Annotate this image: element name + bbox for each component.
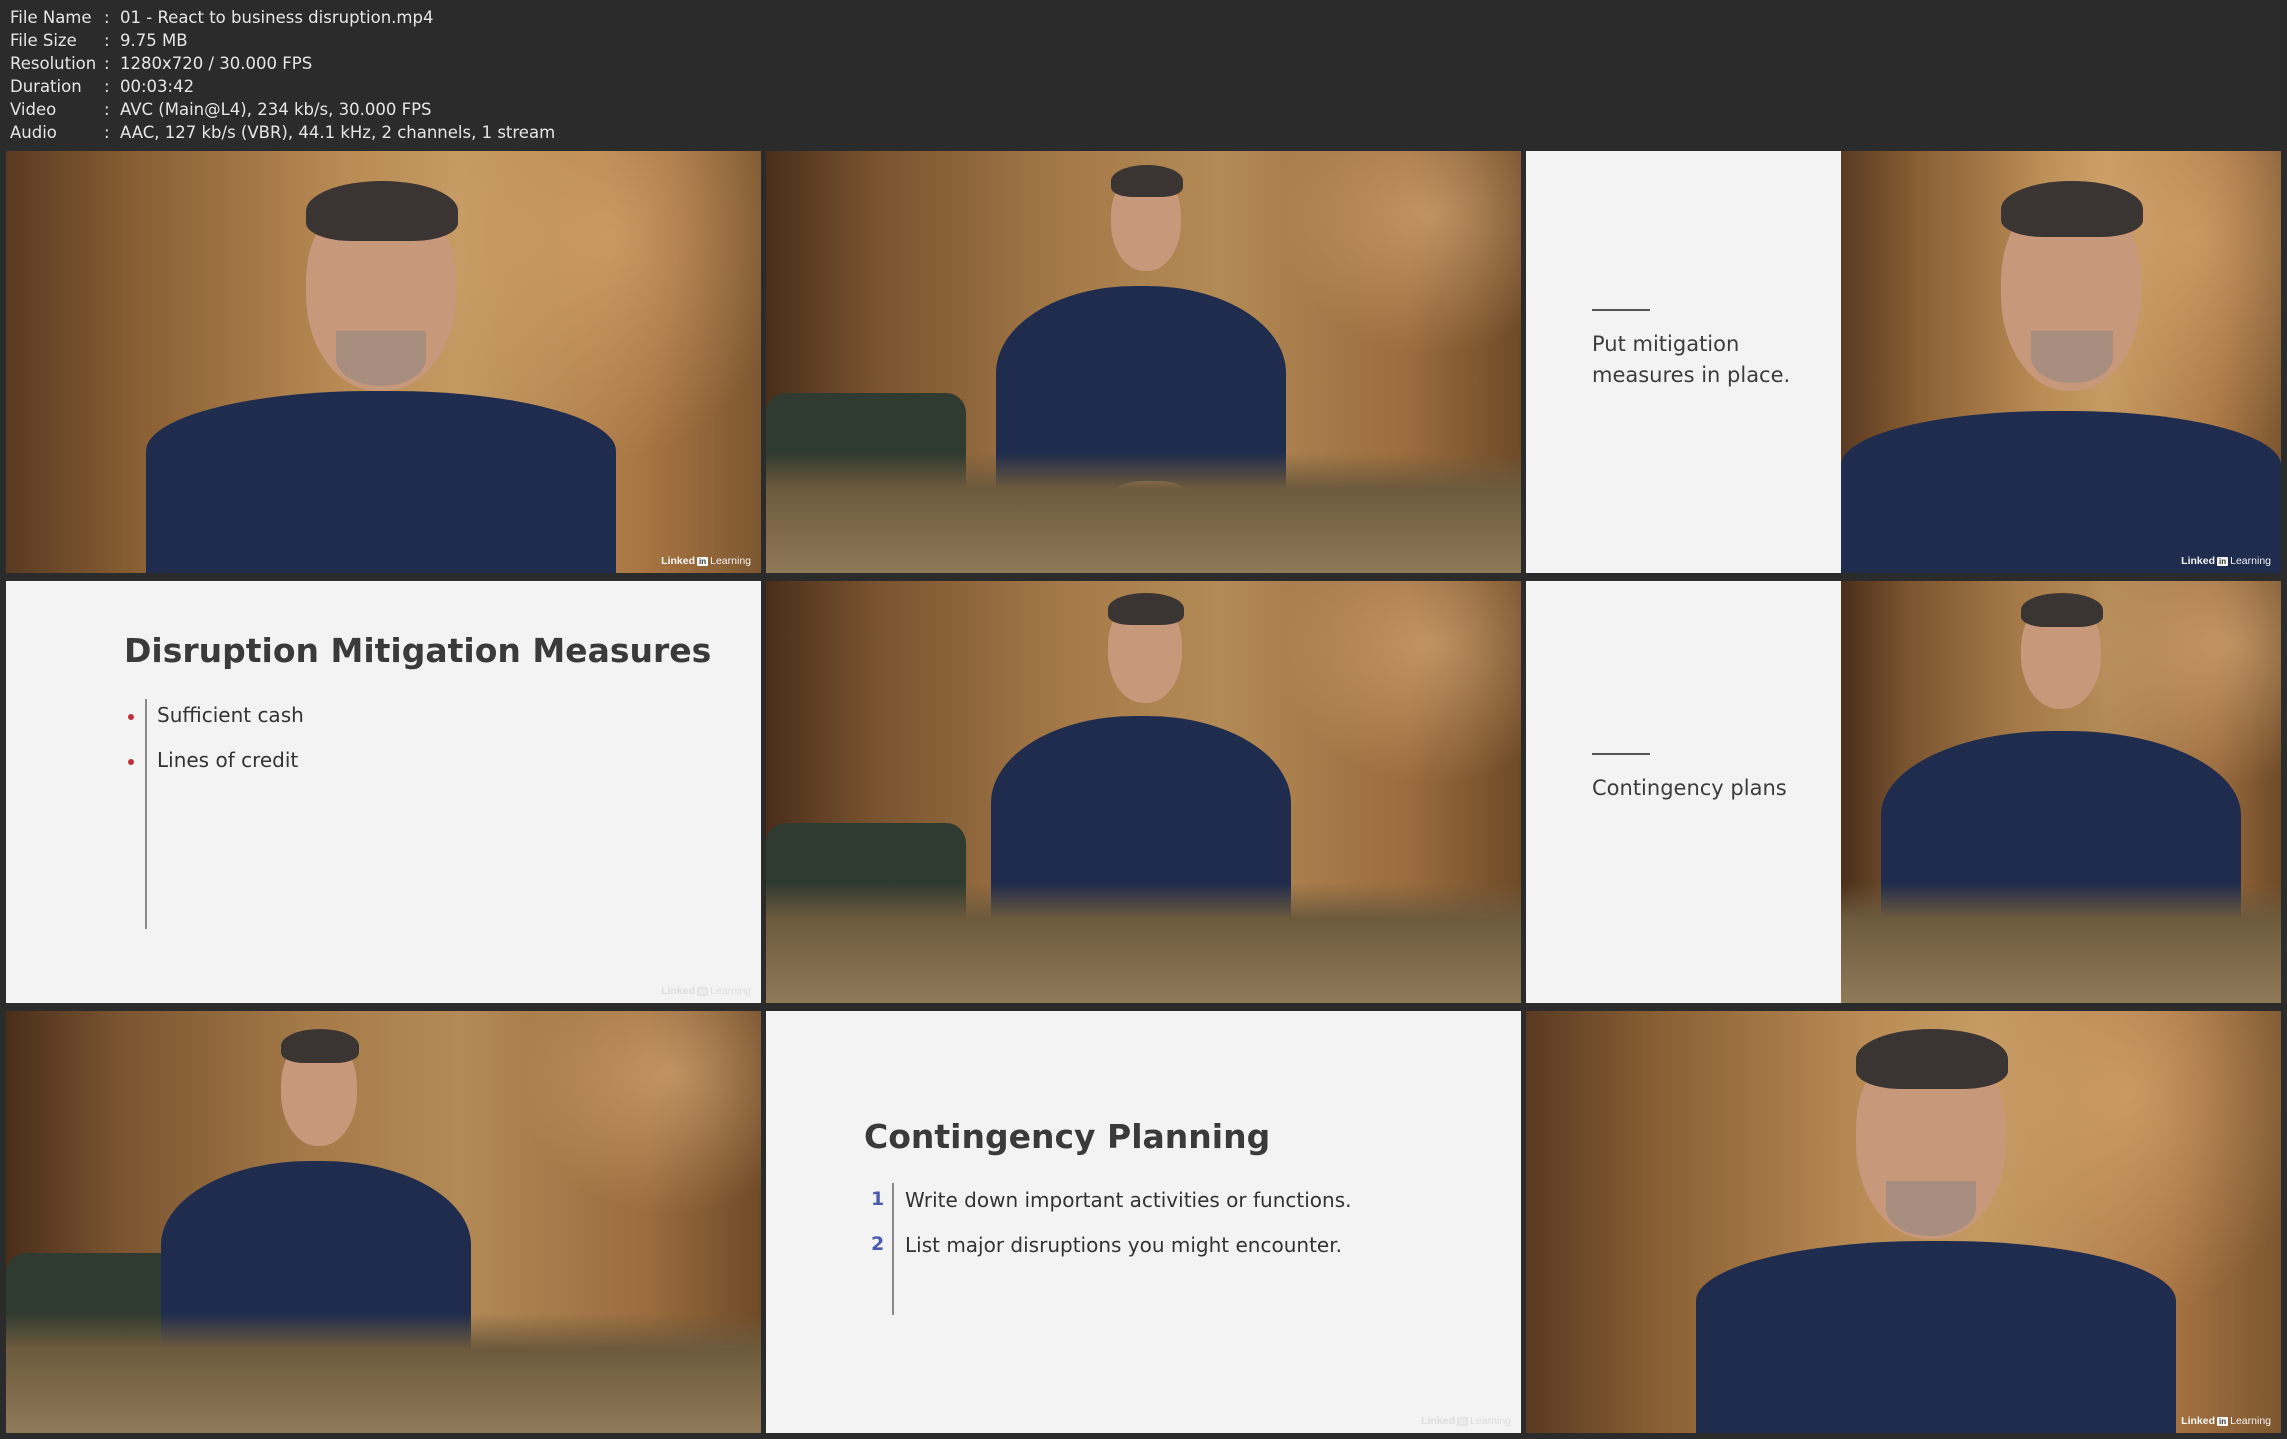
linkedin-learning-logo: Linked in Learning bbox=[2181, 1415, 2271, 1427]
file-info-panel: File Name:01 - React to business disrupt… bbox=[10, 6, 555, 144]
info-value: 00:03:42 bbox=[120, 77, 195, 96]
slide-text-panel: Contingency plans bbox=[1526, 581, 1841, 1003]
slide-vertical-rule bbox=[892, 1183, 894, 1315]
info-colon: : bbox=[104, 100, 110, 119]
info-row: Video: AVC (Main@L4), 234 kb/s, 30.000 FP… bbox=[10, 98, 555, 121]
linkedin-learning-logo: Linked in Learning bbox=[661, 985, 751, 997]
thumbnail-slide-planning[interactable]: Contingency Planning 1 Write down import… bbox=[766, 1011, 1521, 1433]
info-row: Audio: AAC, 127 kb/s (VBR), 44.1 kHz, 2 c… bbox=[10, 121, 555, 144]
info-row: Resolution:1280x720 / 30.000 FPS bbox=[10, 52, 555, 75]
info-colon: : bbox=[104, 31, 110, 50]
info-key: File Size bbox=[10, 31, 77, 50]
thumbnail-presenter-explaining[interactable]: Linked in Learning bbox=[6, 1011, 761, 1433]
slide-vertical-rule-full bbox=[145, 699, 147, 929]
presenter-shirt bbox=[146, 391, 616, 573]
info-row: File Name:01 - React to business disrupt… bbox=[10, 6, 555, 29]
info-value: 01 - React to business disruption.mp4 bbox=[120, 8, 434, 27]
slide-title: Contingency Planning bbox=[864, 1117, 1271, 1156]
info-key: File Name bbox=[10, 8, 92, 27]
info-value: AAC, 127 kb/s (VBR), 44.1 kHz, 2 channel… bbox=[120, 123, 556, 142]
presenter-panel: Linked in Learning bbox=[1841, 151, 2281, 573]
info-colon: : bbox=[104, 77, 110, 96]
info-value: 9.75 MB bbox=[120, 31, 188, 50]
info-colon: : bbox=[104, 8, 110, 27]
info-value: AVC (Main@L4), 234 kb/s, 30.000 FPS bbox=[120, 100, 432, 119]
thumbnail-presenter-gesturing[interactable]: Linked in Learning bbox=[766, 581, 1521, 1003]
info-key: Resolution bbox=[10, 54, 97, 73]
info-colon: : bbox=[104, 123, 110, 142]
bullet-item: Lines of credit bbox=[157, 748, 299, 772]
presenter-shirt bbox=[991, 716, 1291, 1003]
thumbnail-slide-measures[interactable]: Disruption Mitigation Measures Sufficien… bbox=[6, 581, 761, 1003]
linkedin-learning-logo: Linked in Learning bbox=[661, 555, 751, 567]
slide-title: Disruption Mitigation Measures bbox=[124, 631, 712, 670]
info-row: Duration:00:03:42 bbox=[10, 75, 555, 98]
list-item: List major disruptions you might encount… bbox=[905, 1233, 1342, 1257]
presenter-hair bbox=[1856, 1029, 2008, 1089]
presenter-hair bbox=[306, 181, 458, 241]
presenter-panel: Linked in Learning bbox=[1841, 581, 2281, 1003]
linkedin-learning-logo: Linked in Learning bbox=[2181, 985, 2271, 997]
presenter-beard bbox=[2031, 331, 2113, 383]
info-row: File Size:9.75 MB bbox=[10, 29, 555, 52]
presenter-shirt bbox=[161, 1161, 471, 1433]
thumbnail-split-mitigation[interactable]: Put mitigation measures in place. Linked… bbox=[1526, 151, 2281, 573]
slide-dash bbox=[1592, 309, 1650, 311]
info-key: Duration bbox=[10, 77, 82, 96]
linkedin-learning-logo: Linked in Learning bbox=[1421, 985, 1511, 997]
presenter-hair bbox=[1108, 593, 1184, 625]
presenter-hands bbox=[1111, 481, 1191, 521]
presenter-hair bbox=[281, 1029, 359, 1063]
info-colon: : bbox=[104, 54, 110, 73]
list-number: 2 bbox=[871, 1233, 885, 1255]
thumbnail-presenter-room[interactable]: Linked in Learning bbox=[766, 151, 1521, 573]
presenter-beard bbox=[336, 331, 426, 386]
presenter-shirt bbox=[1881, 731, 2241, 1003]
slide-text-panel: Put mitigation measures in place. bbox=[1526, 151, 1841, 573]
list-number: 1 bbox=[871, 1188, 885, 1210]
linkedin-learning-logo: Linked in Learning bbox=[2181, 555, 2271, 567]
thumbnail-presenter-closeup-2[interactable]: Linked in Learning bbox=[1526, 1011, 2281, 1433]
slide-side-text: Contingency plans bbox=[1592, 776, 1787, 800]
info-value: 1280x720 / 30.000 FPS bbox=[120, 54, 313, 73]
presenter-hair bbox=[2001, 181, 2143, 237]
presenter-shirt bbox=[996, 286, 1286, 573]
background-couch bbox=[766, 823, 966, 933]
info-key: Audio bbox=[10, 123, 57, 142]
bullet-dot bbox=[128, 759, 134, 765]
presenter-beard bbox=[1886, 1181, 1976, 1236]
background-couch bbox=[766, 393, 966, 503]
bullet-dot bbox=[128, 714, 134, 720]
linkedin-learning-logo: Linked in Learning bbox=[1421, 555, 1511, 567]
presenter-hair bbox=[1111, 165, 1183, 197]
slide-dash bbox=[1592, 753, 1650, 755]
thumbnail-presenter-closeup[interactable]: Linked in Learning bbox=[6, 151, 761, 573]
linkedin-learning-logo: Linked in Learning bbox=[661, 1415, 751, 1427]
linkedin-learning-logo: Linked in Learning bbox=[1421, 1415, 1511, 1427]
list-item: Write down important activities or funct… bbox=[905, 1188, 1352, 1212]
info-key: Video bbox=[10, 100, 57, 119]
slide-side-text: Put mitigation measures in place. bbox=[1592, 332, 1791, 387]
bullet-item: Sufficient cash bbox=[157, 703, 304, 727]
presenter-shirt bbox=[1841, 411, 2281, 573]
presenter-hair bbox=[2021, 593, 2103, 627]
presenter-shirt bbox=[1696, 1241, 2176, 1433]
thumbnail-split-contingency[interactable]: Contingency plans Linked in Learning bbox=[1526, 581, 2281, 1003]
thumbnail-grid: Linked in Learning Linked in Learning Put mi… bbox=[6, 151, 2281, 1433]
